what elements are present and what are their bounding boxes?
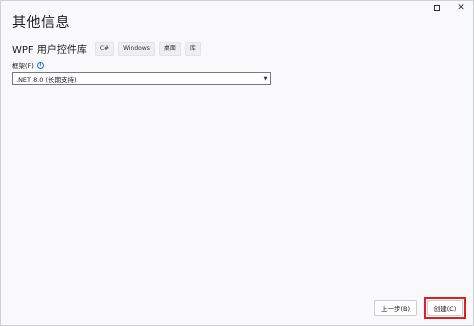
- dialog-window: ✕ 其他信息 WPF 用户控件库 C# Windows 桌面 库 框架(F) i…: [0, 0, 474, 326]
- template-name: WPF 用户控件库: [12, 45, 87, 56]
- tag-platform: Windows: [118, 41, 155, 56]
- maximize-icon: [434, 5, 440, 11]
- framework-select[interactable]: .NET 8.0 (长期支持) ▼: [12, 72, 271, 85]
- create-button[interactable]: 创建(C): [427, 300, 463, 316]
- chevron-down-icon[interactable]: ▼: [261, 73, 270, 84]
- template-summary: WPF 用户控件库 C# Windows 桌面 库: [12, 41, 205, 56]
- tag-project-type: 桌面: [158, 41, 181, 56]
- tag-category: 库: [184, 41, 201, 56]
- close-icon: ✕: [457, 3, 465, 13]
- page-title: 其他信息: [12, 15, 70, 31]
- titlebar-controls: ✕: [425, 1, 473, 15]
- close-button[interactable]: ✕: [449, 1, 473, 15]
- framework-label-row: 框架(F) i: [12, 60, 44, 70]
- framework-select-value: .NET 8.0 (长期支持): [16, 75, 77, 84]
- maximize-button[interactable]: [425, 1, 449, 15]
- back-button[interactable]: 上一步(B): [374, 300, 417, 316]
- info-icon[interactable]: i: [36, 61, 44, 69]
- framework-label: 框架(F): [12, 62, 34, 70]
- tag-language: C#: [94, 41, 115, 56]
